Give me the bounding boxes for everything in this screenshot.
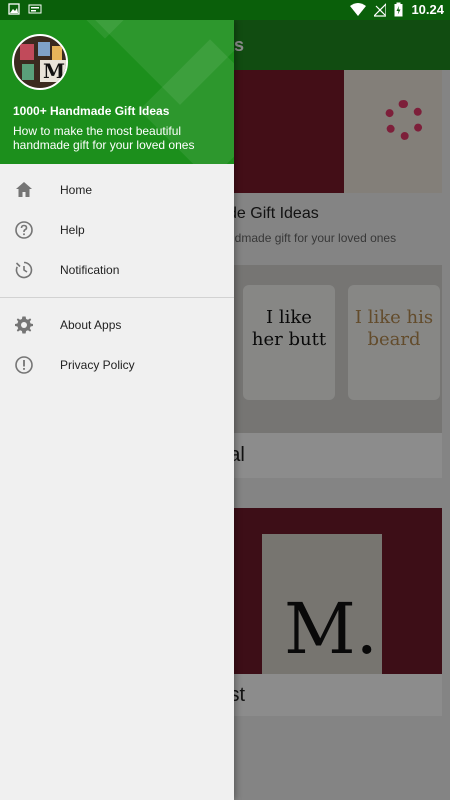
menu-item-home[interactable]: Home <box>0 170 234 210</box>
menu-item-privacy-policy[interactable]: Privacy Policy <box>0 345 234 385</box>
drawer-header: M 1000+ Handmade Gift Ideas How to make … <box>0 20 234 164</box>
alert-icon <box>15 356 33 374</box>
menu-item-label: Home <box>60 183 93 197</box>
menu-item-help[interactable]: Help <box>0 210 234 250</box>
wifi-icon <box>350 2 367 16</box>
menu-item-notification[interactable]: Notification <box>0 250 234 290</box>
avatar: M <box>12 34 68 90</box>
navigation-drawer: M 1000+ Handmade Gift Ideas How to make … <box>0 20 234 800</box>
app-notification-icon <box>28 4 42 14</box>
menu-item-label: Privacy Policy <box>60 358 135 372</box>
avatar-letter: M <box>40 60 66 82</box>
menu-divider <box>0 297 234 298</box>
menu-item-label: About Apps <box>60 318 122 332</box>
notification-icon <box>15 261 33 279</box>
drawer-subtitle: How to make the most beautiful handmade … <box>13 124 195 152</box>
menu-item-label: Notification <box>60 263 120 277</box>
no-signal-icon <box>374 2 387 17</box>
gallery-notification-icon <box>8 3 20 15</box>
drawer-menu: Home Help Notification About Apps Privac… <box>0 170 234 385</box>
home-icon <box>16 182 32 197</box>
menu-item-about-apps[interactable]: About Apps <box>0 305 234 345</box>
gear-icon <box>15 316 33 334</box>
status-bar: 10.24 <box>0 0 450 20</box>
menu-item-label: Help <box>60 223 85 237</box>
help-icon <box>15 221 33 239</box>
battery-charging-icon <box>394 2 403 17</box>
clock: 10.24 <box>411 2 444 17</box>
drawer-title: 1000+ Handmade Gift Ideas <box>13 104 170 118</box>
